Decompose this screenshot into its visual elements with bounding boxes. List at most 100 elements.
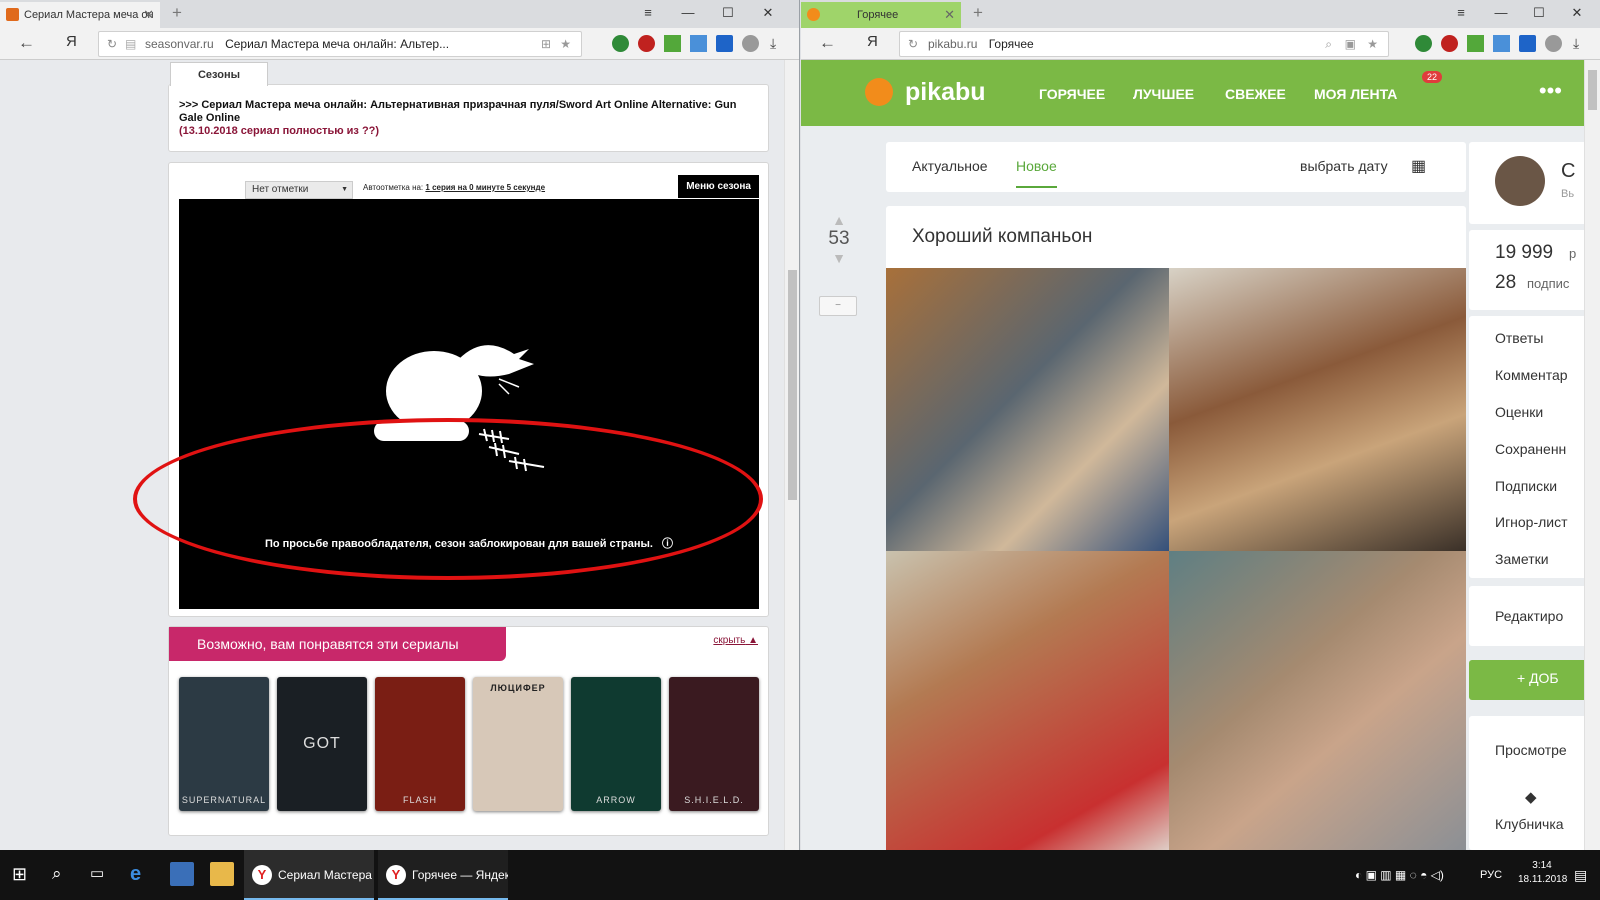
taskbar-item-pikabu[interactable]: Y Горячее — Яндекс...	[378, 850, 508, 900]
tray-icons[interactable]: ◐ ▣ ▥ ▦ ◌ ◓ ◁)	[1355, 850, 1444, 900]
clock[interactable]: 3:14 18.11.2018	[1518, 859, 1567, 887]
menu-ignore-list[interactable]: Игнор-лист	[1495, 514, 1568, 530]
poster-flash[interactable]: FLASH	[375, 677, 465, 811]
tab-pikabu[interactable]: Горячее ✕	[801, 2, 961, 28]
nav-best[interactable]: ЛУЧШЕЕ	[1133, 86, 1194, 102]
downvote-icon[interactable]: ▼	[819, 250, 859, 266]
edge-icon[interactable]: e	[130, 862, 154, 886]
yandex-icon[interactable]: Я	[66, 33, 77, 50]
explorer-icon[interactable]	[210, 862, 234, 886]
viewed-link[interactable]: Просмотре	[1495, 742, 1567, 758]
close-tab-icon[interactable]: ✕	[143, 2, 154, 28]
poster-got[interactable]: GOT	[277, 677, 367, 811]
mark-select[interactable]: Нет отметки ▼	[245, 181, 353, 199]
automark-link[interactable]: 1 серия на 0 минуте 5 секунде	[425, 183, 545, 192]
scroll-thumb[interactable]	[1588, 70, 1597, 110]
tab-seasons[interactable]: Сезоны	[170, 62, 268, 86]
poster-supernatural[interactable]: SUPERNATURAL	[179, 677, 269, 811]
extension-adblock-icon[interactable]	[638, 35, 655, 52]
vertical-scrollbar[interactable]	[1584, 60, 1600, 850]
reload-icon[interactable]: ↻	[107, 32, 117, 56]
new-tab-button[interactable]: +	[172, 3, 182, 23]
back-icon[interactable]: ←	[819, 33, 836, 53]
download-green-icon[interactable]	[664, 35, 681, 52]
nav-fresh[interactable]: СВЕЖЕЕ	[1225, 86, 1286, 102]
post-title[interactable]: Хороший компаньон	[912, 226, 1092, 248]
menu-icon[interactable]: ≡	[628, 0, 668, 26]
maximize-button[interactable]: ☐	[1519, 0, 1559, 26]
post-photo-4[interactable]	[1169, 551, 1466, 850]
poster-lucifer[interactable]: ЛЮЦИФЕР	[473, 677, 563, 811]
strawberry-link[interactable]: Клубничка	[1495, 816, 1564, 832]
globe-icon[interactable]	[1545, 35, 1562, 52]
new-tab-button[interactable]: +	[973, 3, 983, 23]
downloads-icon[interactable]: ⤓	[770, 35, 776, 52]
save-icon[interactable]	[716, 35, 733, 52]
menu-answers[interactable]: Ответы	[1495, 330, 1543, 346]
language-indicator[interactable]: РУС	[1480, 850, 1502, 900]
yandex-icon[interactable]: Я	[867, 33, 878, 50]
post-photo-1[interactable]	[886, 268, 1169, 551]
tab-new[interactable]: Новое	[1016, 158, 1057, 188]
calendar-icon[interactable]: ▦	[1411, 156, 1426, 176]
more-icon[interactable]: •••	[1539, 78, 1562, 104]
nav-hot[interactable]: ГОРЯЧЕЕ	[1039, 86, 1105, 102]
edit-link[interactable]: Редактиро	[1495, 608, 1563, 624]
tab-actual[interactable]: Актуальное	[912, 158, 988, 174]
save-icon[interactable]	[1519, 35, 1536, 52]
nav-my-feed[interactable]: МОЯ ЛЕНТА	[1314, 86, 1397, 102]
add-post-button[interactable]: + ДОБ	[1469, 660, 1584, 700]
collapse-post-button[interactable]: −	[819, 296, 857, 316]
extension-shield-icon[interactable]	[1415, 35, 1432, 52]
vertical-scrollbar[interactable]	[784, 60, 799, 850]
maximize-button[interactable]: ☐	[708, 0, 748, 26]
url-field[interactable]: ↻ pikabu.ru Горячее ⌕ ▣ ★	[899, 31, 1389, 57]
choose-date-link[interactable]: выбрать дату	[1300, 158, 1388, 174]
translate-icon[interactable]: ⊞	[541, 32, 551, 56]
taskbar-item-seasonvar[interactable]: Y Сериал Мастера м...	[244, 850, 374, 900]
downloads-icon[interactable]: ⤓	[1573, 35, 1579, 52]
download-green-icon[interactable]	[1467, 35, 1484, 52]
profile-name[interactable]: С	[1561, 160, 1575, 183]
post-photo-2[interactable]	[1169, 268, 1466, 551]
globe-icon[interactable]	[742, 35, 759, 52]
season-menu-button[interactable]: Меню сезона	[678, 175, 759, 198]
poster-arrow[interactable]: ARROW	[571, 677, 661, 811]
menu-icon[interactable]: ≡	[1441, 0, 1481, 26]
pikabu-logo-icon[interactable]	[865, 78, 893, 106]
menu-ratings[interactable]: Оценки	[1495, 404, 1543, 420]
close-window-button[interactable]: ✕	[748, 0, 788, 26]
menu-saved[interactable]: Сохраненн	[1495, 441, 1566, 457]
extension-shield-icon[interactable]	[612, 35, 629, 52]
menu-notes[interactable]: Заметки	[1495, 551, 1549, 567]
bookmark-star-icon[interactable]: ★	[1367, 32, 1378, 56]
minimize-button[interactable]: —	[668, 0, 708, 26]
pikabu-logo[interactable]: pikabu	[905, 78, 986, 107]
minimize-button[interactable]: —	[1481, 0, 1521, 26]
windows-start-icon[interactable]: ⊞	[12, 862, 36, 886]
url-field[interactable]: ↻ ▤ seasonvar.ru Сериал Мастера меча онл…	[98, 31, 582, 57]
menu-comments[interactable]: Комментар	[1495, 367, 1568, 383]
lock-icon[interactable]: ▣	[1345, 32, 1356, 56]
notifications-icon[interactable]: ▤	[1574, 850, 1587, 900]
poster-shield[interactable]: S.H.I.E.L.D.	[669, 677, 759, 811]
search-icon[interactable]: ⌕	[52, 862, 76, 886]
bookmark-star-icon[interactable]: ★	[560, 32, 571, 56]
download-blue-icon[interactable]	[1493, 35, 1510, 52]
avatar[interactable]	[1495, 156, 1545, 206]
tab-seasonvar[interactable]: Сериал Мастера меча он ✕	[0, 2, 160, 28]
post-photo-3[interactable]	[886, 551, 1169, 850]
back-icon[interactable]: ←	[18, 33, 35, 53]
close-window-button[interactable]: ✕	[1557, 0, 1597, 26]
task-view-icon[interactable]: ▭	[90, 862, 114, 886]
scroll-thumb[interactable]	[788, 270, 797, 500]
hide-link[interactable]: скрыть ▲	[713, 635, 758, 646]
store-icon[interactable]	[170, 862, 194, 886]
reload-icon[interactable]: ↻	[908, 32, 918, 56]
extension-adblock-icon[interactable]	[1441, 35, 1458, 52]
upvote-icon[interactable]: ▲	[819, 212, 859, 228]
close-tab-icon[interactable]: ✕	[944, 2, 955, 28]
menu-subscriptions[interactable]: Подписки	[1495, 478, 1557, 494]
download-blue-icon[interactable]	[690, 35, 707, 52]
key-icon[interactable]: ⌕	[1325, 32, 1332, 56]
